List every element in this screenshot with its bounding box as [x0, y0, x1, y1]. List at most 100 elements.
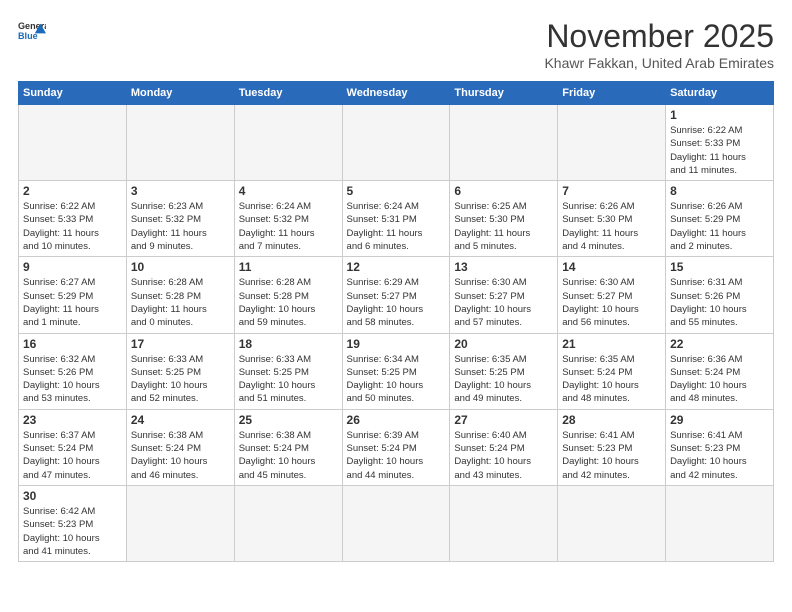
calendar-cell	[126, 105, 234, 181]
calendar-cell: 15 Sunrise: 6:31 AM Sunset: 5:26 PM Dayli…	[666, 257, 774, 333]
day-info: Sunrise: 6:40 AM Sunset: 5:24 PM Dayligh…	[454, 429, 553, 482]
calendar-cell: 20 Sunrise: 6:35 AM Sunset: 5:25 PM Dayli…	[450, 333, 558, 409]
calendar-cell	[234, 485, 342, 561]
day-info: Sunrise: 6:41 AM Sunset: 5:23 PM Dayligh…	[670, 429, 769, 482]
day-number: 23	[23, 413, 122, 427]
day-number: 8	[670, 184, 769, 198]
calendar-cell: 14 Sunrise: 6:30 AM Sunset: 5:27 PM Dayli…	[558, 257, 666, 333]
calendar-cell	[666, 485, 774, 561]
calendar-cell: 2Sunrise: 6:22 AM Sunset: 5:33 PM Daylig…	[19, 181, 127, 257]
day-info: Sunrise: 6:28 AM Sunset: 5:28 PM Dayligh…	[131, 276, 230, 329]
calendar-cell: 29 Sunrise: 6:41 AM Sunset: 5:23 PM Dayli…	[666, 409, 774, 485]
day-number: 17	[131, 337, 230, 351]
subtitle: Khawr Fakkan, United Arab Emirates	[544, 55, 774, 71]
day-info: Sunrise: 6:22 AM Sunset: 5:33 PM Dayligh…	[670, 124, 769, 177]
calendar-cell: 16Sunrise: 6:32 AM Sunset: 5:26 PM Dayli…	[19, 333, 127, 409]
day-info: Sunrise: 6:27 AM Sunset: 5:29 PM Dayligh…	[23, 276, 122, 329]
title-block: November 2025 Khawr Fakkan, United Arab …	[544, 18, 774, 71]
day-info: Sunrise: 6:24 AM Sunset: 5:32 PM Dayligh…	[239, 200, 338, 253]
calendar-cell: 10 Sunrise: 6:28 AM Sunset: 5:28 PM Dayli…	[126, 257, 234, 333]
day-number: 13	[454, 260, 553, 274]
day-info: Sunrise: 6:26 AM Sunset: 5:30 PM Dayligh…	[562, 200, 661, 253]
calendar-cell: 12Sunrise: 6:29 AM Sunset: 5:27 PM Dayli…	[342, 257, 450, 333]
weekday-header-monday: Monday	[126, 82, 234, 105]
calendar-week-row: 9Sunrise: 6:27 AM Sunset: 5:29 PM Daylig…	[19, 257, 774, 333]
day-number: 7	[562, 184, 661, 198]
day-number: 15	[670, 260, 769, 274]
calendar-cell	[450, 105, 558, 181]
calendar-cell: 19 Sunrise: 6:34 AM Sunset: 5:25 PM Dayli…	[342, 333, 450, 409]
calendar-cell: 22Sunrise: 6:36 AM Sunset: 5:24 PM Dayli…	[666, 333, 774, 409]
day-info: Sunrise: 6:28 AM Sunset: 5:28 PM Dayligh…	[239, 276, 338, 329]
calendar-cell: 13 Sunrise: 6:30 AM Sunset: 5:27 PM Dayli…	[450, 257, 558, 333]
day-info: Sunrise: 6:38 AM Sunset: 5:24 PM Dayligh…	[239, 429, 338, 482]
calendar-cell: 5 Sunrise: 6:24 AM Sunset: 5:31 PM Daylig…	[342, 181, 450, 257]
day-number: 25	[239, 413, 338, 427]
day-info: Sunrise: 6:35 AM Sunset: 5:24 PM Dayligh…	[562, 353, 661, 406]
day-number: 1	[670, 108, 769, 122]
weekday-header-sunday: Sunday	[19, 82, 127, 105]
day-number: 14	[562, 260, 661, 274]
calendar-cell	[234, 105, 342, 181]
day-number: 11	[239, 260, 338, 274]
calendar-cell: 18Sunrise: 6:33 AM Sunset: 5:25 PM Dayli…	[234, 333, 342, 409]
day-info: Sunrise: 6:37 AM Sunset: 5:24 PM Dayligh…	[23, 429, 122, 482]
day-info: Sunrise: 6:42 AM Sunset: 5:23 PM Dayligh…	[23, 505, 122, 558]
calendar-cell: 9Sunrise: 6:27 AM Sunset: 5:29 PM Daylig…	[19, 257, 127, 333]
day-info: Sunrise: 6:41 AM Sunset: 5:23 PM Dayligh…	[562, 429, 661, 482]
day-info: Sunrise: 6:31 AM Sunset: 5:26 PM Dayligh…	[670, 276, 769, 329]
calendar-cell: 21Sunrise: 6:35 AM Sunset: 5:24 PM Dayli…	[558, 333, 666, 409]
month-title: November 2025	[544, 18, 774, 55]
calendar-cell: 1 Sunrise: 6:22 AM Sunset: 5:33 PM Daylig…	[666, 105, 774, 181]
day-info: Sunrise: 6:30 AM Sunset: 5:27 PM Dayligh…	[562, 276, 661, 329]
day-number: 30	[23, 489, 122, 503]
calendar-cell: 26 Sunrise: 6:39 AM Sunset: 5:24 PM Dayli…	[342, 409, 450, 485]
day-number: 19	[347, 337, 446, 351]
calendar-week-row: 1 Sunrise: 6:22 AM Sunset: 5:33 PM Daylig…	[19, 105, 774, 181]
day-number: 2	[23, 184, 122, 198]
logo-icon: General Blue	[18, 18, 46, 46]
calendar-cell	[558, 105, 666, 181]
calendar-table: SundayMondayTuesdayWednesdayThursdayFrid…	[18, 81, 774, 562]
header: General Blue November 2025 Khawr Fakkan,…	[18, 18, 774, 71]
calendar-cell: 30 Sunrise: 6:42 AM Sunset: 5:23 PM Dayli…	[19, 485, 127, 561]
calendar-cell: 6Sunrise: 6:25 AM Sunset: 5:30 PM Daylig…	[450, 181, 558, 257]
day-info: Sunrise: 6:34 AM Sunset: 5:25 PM Dayligh…	[347, 353, 446, 406]
day-info: Sunrise: 6:33 AM Sunset: 5:25 PM Dayligh…	[131, 353, 230, 406]
day-number: 18	[239, 337, 338, 351]
day-number: 26	[347, 413, 446, 427]
svg-text:Blue: Blue	[18, 31, 38, 41]
day-info: Sunrise: 6:24 AM Sunset: 5:31 PM Dayligh…	[347, 200, 446, 253]
day-info: Sunrise: 6:29 AM Sunset: 5:27 PM Dayligh…	[347, 276, 446, 329]
day-number: 4	[239, 184, 338, 198]
day-number: 27	[454, 413, 553, 427]
day-number: 16	[23, 337, 122, 351]
calendar-cell: 24Sunrise: 6:38 AM Sunset: 5:24 PM Dayli…	[126, 409, 234, 485]
day-info: Sunrise: 6:26 AM Sunset: 5:29 PM Dayligh…	[670, 200, 769, 253]
calendar-cell: 17 Sunrise: 6:33 AM Sunset: 5:25 PM Dayli…	[126, 333, 234, 409]
day-info: Sunrise: 6:39 AM Sunset: 5:24 PM Dayligh…	[347, 429, 446, 482]
day-number: 5	[347, 184, 446, 198]
day-number: 10	[131, 260, 230, 274]
day-number: 6	[454, 184, 553, 198]
weekday-header-friday: Friday	[558, 82, 666, 105]
day-number: 24	[131, 413, 230, 427]
calendar-week-row: 30 Sunrise: 6:42 AM Sunset: 5:23 PM Dayli…	[19, 485, 774, 561]
day-number: 20	[454, 337, 553, 351]
weekday-header-row: SundayMondayTuesdayWednesdayThursdayFrid…	[19, 82, 774, 105]
day-number: 29	[670, 413, 769, 427]
calendar-cell: 7 Sunrise: 6:26 AM Sunset: 5:30 PM Daylig…	[558, 181, 666, 257]
calendar-cell: 28 Sunrise: 6:41 AM Sunset: 5:23 PM Dayli…	[558, 409, 666, 485]
day-info: Sunrise: 6:35 AM Sunset: 5:25 PM Dayligh…	[454, 353, 553, 406]
day-number: 3	[131, 184, 230, 198]
calendar-cell: 23 Sunrise: 6:37 AM Sunset: 5:24 PM Dayli…	[19, 409, 127, 485]
calendar-cell	[450, 485, 558, 561]
calendar-week-row: 23 Sunrise: 6:37 AM Sunset: 5:24 PM Dayli…	[19, 409, 774, 485]
calendar-cell	[558, 485, 666, 561]
day-info: Sunrise: 6:23 AM Sunset: 5:32 PM Dayligh…	[131, 200, 230, 253]
day-number: 28	[562, 413, 661, 427]
calendar-week-row: 2Sunrise: 6:22 AM Sunset: 5:33 PM Daylig…	[19, 181, 774, 257]
day-info: Sunrise: 6:30 AM Sunset: 5:27 PM Dayligh…	[454, 276, 553, 329]
calendar-cell: 8 Sunrise: 6:26 AM Sunset: 5:29 PM Daylig…	[666, 181, 774, 257]
weekday-header-wednesday: Wednesday	[342, 82, 450, 105]
